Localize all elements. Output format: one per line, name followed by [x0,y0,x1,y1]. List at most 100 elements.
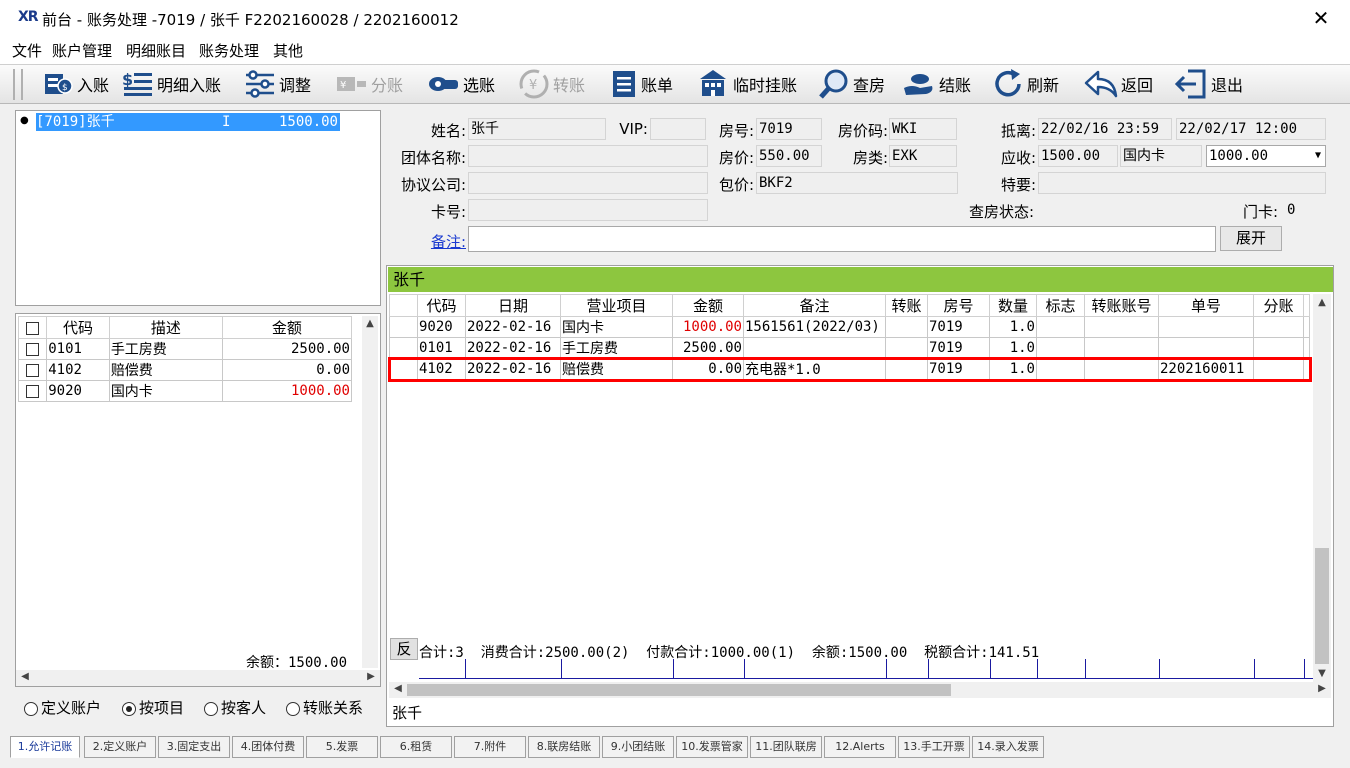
scroll-right-icon[interactable]: ▶ [1315,683,1329,694]
table-row[interactable]: 4102 赔偿费 0.00 [17,359,353,381]
col-flag[interactable]: 标志 [1036,294,1085,317]
row-checkbox[interactable] [26,384,40,398]
scroll-left-icon[interactable]: ◀ [18,671,32,682]
room-type-field[interactable]: EXK [889,145,957,167]
vip-field[interactable] [650,118,706,140]
reverse-button[interactable]: 反 [390,638,418,660]
table-row[interactable]: 9020 国内卡 1000.00 [17,380,353,402]
col-item[interactable]: 营业项目 [560,294,673,317]
special-field[interactable] [1038,172,1326,194]
room-field[interactable]: 7019 [756,118,822,140]
tab-fixed-expense[interactable]: 3.固定支出 [158,736,230,758]
tab-group-payment[interactable]: 4.团体付费 [232,736,304,758]
tree-account-item[interactable]: [7019]张千 I 1500.00 [36,113,340,131]
detail-entry-button[interactable]: $ 明细入账 [122,67,221,101]
col-split[interactable]: 分账 [1253,294,1304,317]
price-field[interactable]: 550.00 [756,145,822,167]
close-icon[interactable]: ✕ [1310,6,1332,30]
temp-ledger-button[interactable]: 临时挂账 [696,67,797,101]
col-amount[interactable]: 金额 [672,294,744,317]
sheet-tab-guest[interactable]: 张千 [389,702,429,724]
tab-invoice-manager[interactable]: 10.发票管家 [676,736,748,758]
arrive-field[interactable]: 22/02/16 23:59 [1038,118,1172,140]
tab-define-account[interactable]: 2.定义账户 [84,736,156,758]
remark-link[interactable]: 备注: [386,231,466,252]
col-code[interactable]: 代码 [46,316,110,339]
tab-linked-room-checkout[interactable]: 8.联房结账 [528,736,600,758]
tab-alerts[interactable]: 12.Alerts [824,736,896,758]
tab-invoice[interactable]: 5.发票 [306,736,378,758]
back-button[interactable]: 返回 [1084,67,1153,101]
ledger-vscroll-thumb[interactable] [1315,548,1329,664]
chevron-down-icon[interactable]: ▼ [1315,146,1321,166]
menu-detail-items[interactable]: 明细账目 [126,40,186,61]
select-account-button[interactable]: 选账 [428,67,495,101]
scroll-up-icon[interactable]: ▲ [362,318,378,329]
split-button[interactable]: ¥ 分账 [336,67,403,101]
transfer-button[interactable]: ¥ 转账 [518,67,585,101]
select-all-checkbox[interactable] [26,321,40,335]
toolbar-grip[interactable] [13,69,23,100]
exit-button[interactable]: 退出 [1174,67,1243,101]
items-hscroll[interactable]: ◀ ▶ [16,670,380,686]
checkout-button[interactable]: 结账 [902,67,971,101]
radio-circle[interactable] [24,701,38,716]
scroll-left-icon[interactable]: ◀ [391,683,405,694]
tab-rental[interactable]: 6.租赁 [380,736,452,758]
tab-team-linked-room[interactable]: 11.团队联房 [750,736,822,758]
menu-other[interactable]: 其他 [273,40,303,61]
scroll-up-icon[interactable]: ▲ [1313,297,1331,308]
tab-enter-invoice[interactable]: 14.录入发票 [972,736,1044,758]
bill-button[interactable]: 账单 [610,67,673,101]
radio-define-account[interactable]: 定义账户 [24,697,101,718]
table-row[interactable]: 0101 手工房费 2500.00 [17,338,353,360]
col-amount[interactable]: 金额 [221,316,353,339]
scroll-right-icon[interactable]: ▶ [364,671,378,682]
table-row-highlighted[interactable]: 4102 2022-02-16 赔偿费 0.00 充电器*1.0 7019 1.… [387,356,1312,382]
group-field[interactable] [468,145,708,167]
company-field[interactable] [468,172,708,194]
adjust-button[interactable]: 调整 [244,67,311,101]
pay-amount-select[interactable]: 1000.00 ▼ [1206,145,1326,167]
ledger-vscroll[interactable]: ▲ ▼ [1313,294,1331,682]
refresh-button[interactable]: 刷新 [992,67,1059,101]
post-entry-button[interactable]: $ 入账 [44,67,109,101]
table-row[interactable]: 0101 2022-02-16 手工房费 2500.00 7019 1.0 [389,337,1310,359]
col-transfer[interactable]: 转账 [885,294,928,317]
row-checkbox[interactable] [26,363,40,377]
package-field[interactable]: BKF2 [756,172,958,194]
radio-circle[interactable] [286,701,300,716]
room-check-button[interactable]: 查房 [818,67,885,101]
row-checkbox[interactable] [26,342,40,356]
col-transfer-acct[interactable]: 转账账号 [1084,294,1159,317]
depart-field[interactable]: 22/02/17 12:00 [1176,118,1326,140]
col-code[interactable]: 代码 [417,294,466,317]
receivable-field[interactable]: 1500.00 [1038,145,1118,167]
col-bill-no[interactable]: 单号 [1158,294,1254,317]
col-qty[interactable]: 数量 [989,294,1037,317]
radio-circle[interactable] [204,701,218,716]
radio-by-guest[interactable]: 按客人 [204,697,266,718]
remark-field[interactable] [468,226,1216,252]
col-desc[interactable]: 描述 [108,316,223,339]
pay-method-field[interactable]: 国内卡 [1120,145,1202,167]
radio-transfer-relation[interactable]: 转账关系 [286,697,363,718]
col-room[interactable]: 房号 [927,294,990,317]
items-vscroll[interactable]: ▲ [362,316,378,668]
radio-by-item[interactable]: 按项目 [122,697,184,718]
menu-account-management[interactable]: 账户管理 [52,40,112,61]
tab-allow-posting[interactable]: 1.允许记账 [10,736,80,758]
col-remark[interactable]: 备注 [743,294,886,317]
tab-small-group-checkout[interactable]: 9.小团结账 [602,736,674,758]
name-field[interactable]: 张千 [468,118,606,140]
tab-attachment[interactable]: 7.附件 [454,736,526,758]
ledger-hscroll-thumb[interactable] [407,684,951,696]
ledger-hscroll[interactable]: ◀ ▶ [389,682,1331,698]
tab-manual-invoice[interactable]: 13.手工开票 [898,736,970,758]
col-date[interactable]: 日期 [465,294,561,317]
table-row[interactable]: 9020 2022-02-16 国内卡 1000.00 1561561(2022… [389,316,1310,338]
card-field[interactable] [468,199,708,221]
rate-code-field[interactable]: WKI [889,118,957,140]
expand-button[interactable]: 展开 [1220,226,1282,251]
radio-circle[interactable] [122,701,136,716]
